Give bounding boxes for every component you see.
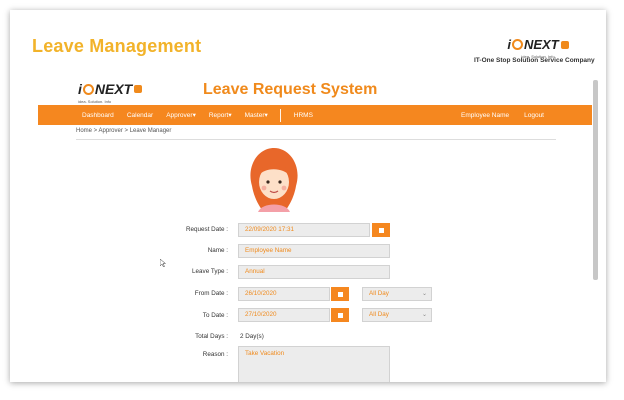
nav-logout[interactable]: Logout [524, 112, 544, 119]
name-field[interactable]: Employee Name [238, 244, 390, 258]
nav-user-area: Employee Name Logout [446, 105, 544, 125]
from-date-calendar-button[interactable] [331, 287, 349, 301]
request-date-calendar-button[interactable] [372, 223, 390, 237]
leave-type-field[interactable]: Annual [238, 265, 390, 279]
scrollbar[interactable] [593, 80, 598, 280]
nav-report-menu[interactable]: Report▾ [209, 111, 232, 119]
chevron-down-icon: ⌄ [421, 291, 427, 297]
name-label: Name : [207, 247, 228, 254]
request-date-label: Request Date : [185, 226, 228, 233]
from-date-period-value: All Day [369, 290, 389, 297]
app-logo-ring-icon [82, 83, 94, 95]
from-date-field[interactable]: 26/10/2020 [238, 287, 330, 301]
mouse-cursor-icon [160, 259, 166, 267]
from-date-label: From Date : [194, 290, 228, 297]
nav-hrms[interactable]: HRMS [294, 112, 313, 119]
total-days-label: Total Days : [195, 333, 228, 340]
chevron-down-icon: ⌄ [421, 312, 427, 318]
main-nav: Dashboard Calendar Approver▾ Report▾ Mas… [38, 105, 592, 125]
nav-divider [279, 108, 281, 122]
from-date-period-select[interactable]: All Day ⌄ [362, 287, 432, 301]
page-title: Leave Request System [203, 81, 378, 98]
nav-employee-name[interactable]: Employee Name [461, 112, 509, 119]
reason-textarea[interactable]: Take Vacation [238, 346, 390, 382]
total-days-value: 2 Day(s) [240, 333, 264, 340]
nav-calendar[interactable]: Calendar [127, 112, 153, 119]
app-logo-gear-icon [134, 85, 143, 93]
company-tagline: IT-One Stop Solution Service Company [474, 57, 595, 64]
calendar-icon [337, 312, 343, 318]
app-logo-letter: i [78, 81, 82, 97]
request-date-field[interactable]: 22/09/2020 17:31 [238, 223, 370, 237]
slide: Leave Management i NEXT idea. Solution. … [0, 0, 624, 400]
avatar [250, 148, 298, 212]
app-logo-tagline: idea. Solution. Info [78, 99, 112, 104]
to-date-field[interactable]: 27/10/2020 [238, 308, 330, 322]
to-date-period-select[interactable]: All Day ⌄ [362, 308, 432, 322]
app-logo-word: NEXT [94, 81, 133, 97]
to-date-label: To Date : [202, 312, 228, 319]
calendar-icon [378, 227, 384, 233]
nav-dashboard[interactable]: Dashboard [82, 112, 114, 119]
to-date-calendar-button[interactable] [331, 308, 349, 322]
to-date-period-value: All Day [369, 311, 389, 318]
app-window: i NEXT idea. Solution. Info Leave Reques… [38, 78, 592, 382]
nav-approver-menu[interactable]: Approver▾ [166, 111, 196, 119]
leave-type-label: Leave Type : [192, 268, 228, 275]
logo-word: NEXT [523, 37, 559, 52]
breadcrumb-divider [76, 139, 556, 140]
calendar-icon [337, 291, 343, 297]
company-logo: i NEXT idea. Solution. Info [478, 36, 598, 59]
logo-ring-icon [511, 39, 523, 50]
logo-letter: i [507, 37, 511, 52]
logo-gear-icon [560, 40, 569, 49]
breadcrumb[interactable]: Home > Approver > Leave Manager [76, 128, 171, 134]
deck-title: Leave Management [32, 36, 202, 56]
app-logo[interactable]: i NEXT idea. Solution. Info [78, 81, 143, 104]
reason-label: Reason : [202, 351, 228, 358]
nav-master-menu[interactable]: Master▾ [245, 111, 268, 119]
